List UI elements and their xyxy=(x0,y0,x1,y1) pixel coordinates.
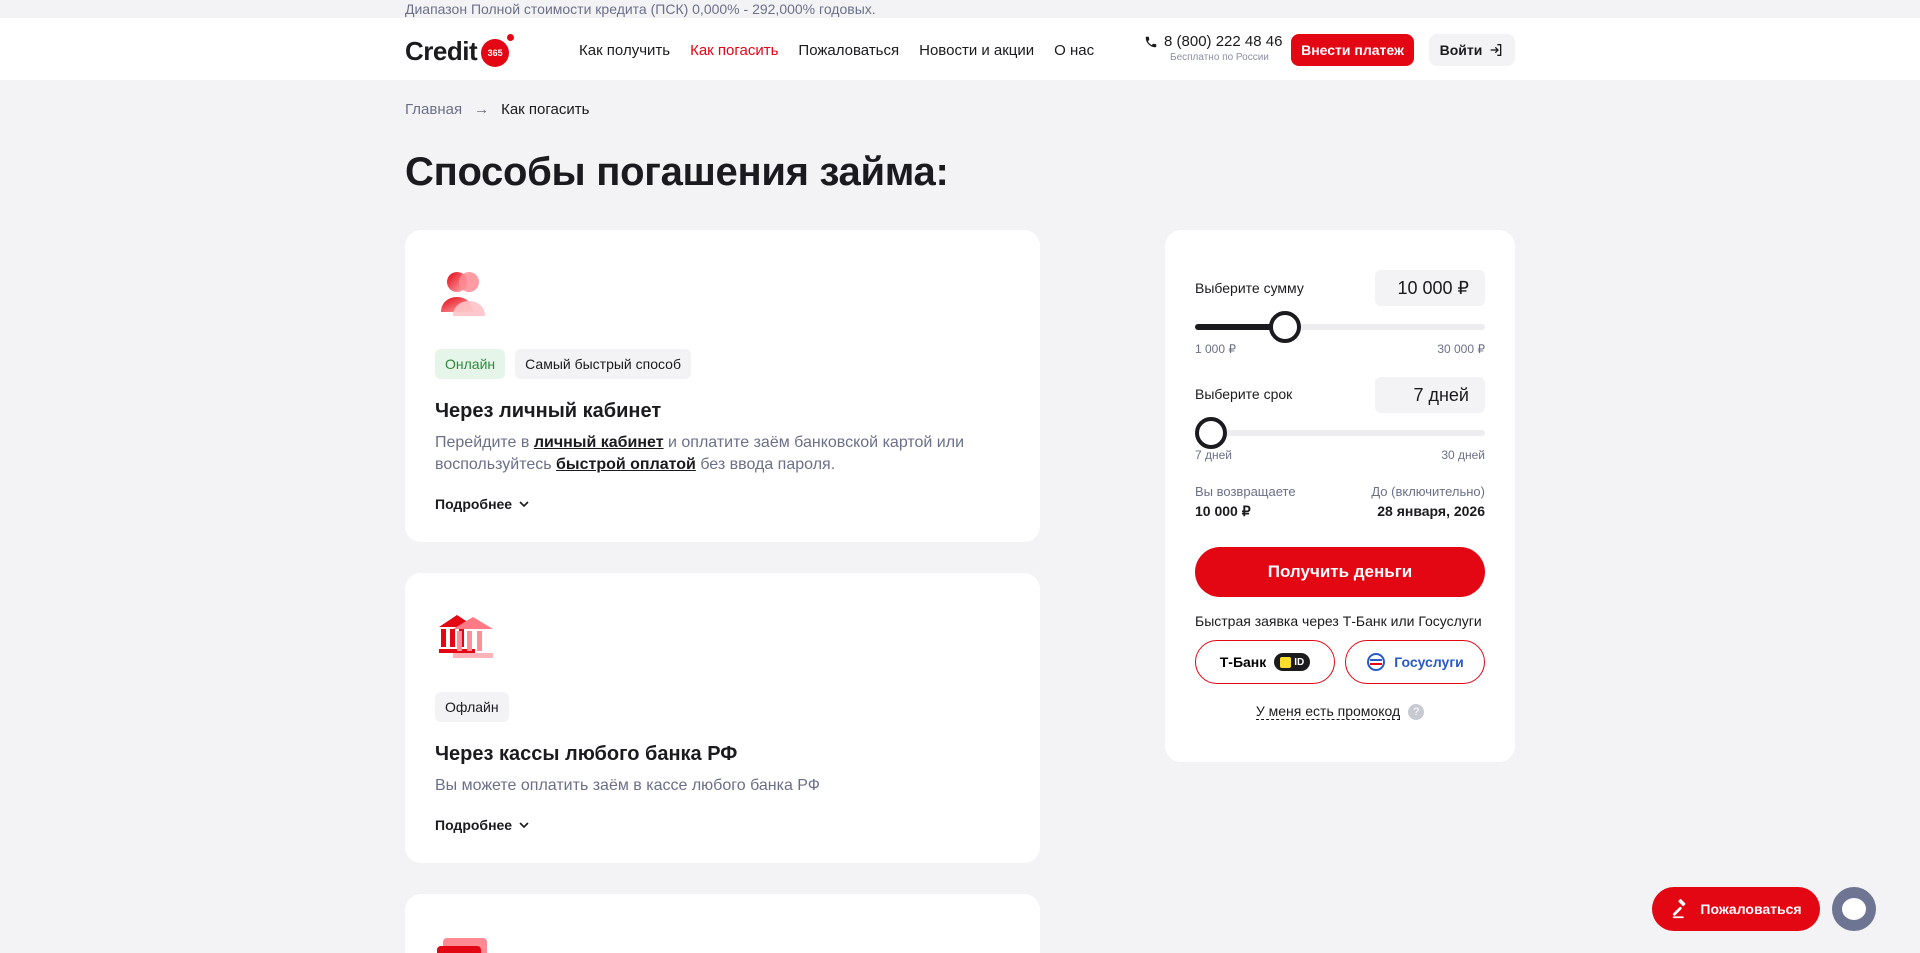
chevron-down-icon xyxy=(519,501,529,508)
sum-input[interactable]: 10 000 ₽ xyxy=(1375,270,1485,306)
term-max: 30 дней xyxy=(1441,448,1485,462)
phone-icon xyxy=(1145,36,1157,47)
cards-icon xyxy=(437,938,487,953)
promo-code-block: У меня есть промокод ? xyxy=(1165,703,1515,720)
chat-bubble-icon xyxy=(1842,898,1866,920)
phone-block[interactable]: 8 (800) 222 48 46 Бесплатно по России xyxy=(1144,33,1282,63)
repay-method-card-cards xyxy=(405,894,1040,953)
chat-button[interactable] xyxy=(1832,887,1876,931)
breadcrumb-current: Как погасить xyxy=(501,101,590,118)
site-header: Credit 365 Как получить Как погасить Пож… xyxy=(0,18,1920,80)
tag-online: Онлайн xyxy=(435,349,506,379)
nav-how-to-get[interactable]: Как получить xyxy=(579,42,670,59)
quick-payment-link[interactable]: быстрой оплатой xyxy=(556,456,696,473)
tbank-id-badge: ID xyxy=(1274,653,1311,671)
page-title: Способы погашения займа: xyxy=(405,150,949,194)
repay-method-card-online: Онлайн Самый быстрый способ Через личный… xyxy=(405,230,1040,542)
term-slider[interactable] xyxy=(1195,417,1485,449)
card-description: Перейдите в личный кабинет и оплатите за… xyxy=(435,434,964,473)
loan-calculator: Выберите сумму 10 000 ₽ 1 000 ₽ 30 000 ₽… xyxy=(1165,230,1515,762)
term-label: Выберите срок xyxy=(1195,386,1293,402)
card-title: Через личный кабинет xyxy=(435,400,662,422)
logo-text: Credit xyxy=(405,35,478,66)
term-slider-handle[interactable] xyxy=(1195,417,1227,449)
chevron-down-icon xyxy=(519,822,529,829)
login-label: Войти xyxy=(1439,42,1483,58)
sum-slider[interactable] xyxy=(1195,311,1485,343)
return-amount: Вы возвращаете 10 000 ₽ xyxy=(1195,484,1296,519)
breadcrumb: Главная → Как погасить xyxy=(405,101,589,118)
breadcrumb-home[interactable]: Главная xyxy=(405,101,462,118)
sum-range: 1 000 ₽ 30 000 ₽ xyxy=(1195,342,1485,356)
complain-floating-button[interactable]: Пожаловаться xyxy=(1652,887,1820,931)
gosuslugi-button[interactable]: Госуслуги xyxy=(1345,640,1485,684)
return-date: До (включительно) 28 января, 2026 xyxy=(1371,484,1485,519)
card-tags: Офлайн xyxy=(435,692,509,722)
tag-fastest: Самый быстрый способ xyxy=(515,349,691,379)
repay-method-card-bank: Офлайн Через кассы любого банка РФ Вы мо… xyxy=(405,573,1040,863)
bank-icon xyxy=(439,615,493,658)
main-nav: Как получить Как погасить Пожаловаться Н… xyxy=(579,42,1094,59)
card-tags: Онлайн Самый быстрый способ xyxy=(435,349,691,379)
tbank-shield-icon xyxy=(1280,656,1292,668)
sum-min: 1 000 ₽ xyxy=(1195,342,1236,356)
nav-news[interactable]: Новости и акции xyxy=(919,42,1034,59)
get-money-button[interactable]: Получить деньги xyxy=(1195,547,1485,597)
gosuslugi-icon xyxy=(1367,653,1386,671)
return-amount-value: 10 000 ₽ xyxy=(1195,503,1251,519)
users-icon xyxy=(441,272,485,316)
breadcrumb-arrow-icon: → xyxy=(474,101,490,118)
sum-slider-handle[interactable] xyxy=(1268,311,1301,343)
tbank-button[interactable]: Т-Банк ID xyxy=(1195,640,1335,684)
nav-about[interactable]: О нас xyxy=(1054,42,1094,59)
nav-complain[interactable]: Пожаловаться xyxy=(798,42,899,59)
promo-code-link[interactable]: У меня есть промокод xyxy=(1255,703,1401,720)
more-toggle[interactable]: Подробнее xyxy=(435,496,530,512)
nav-how-to-repay[interactable]: Как погасить xyxy=(690,42,778,59)
sum-max: 30 000 ₽ xyxy=(1437,342,1485,356)
repayment-summary: Вы возвращаете 10 000 ₽ До (включительно… xyxy=(1195,484,1485,520)
login-icon xyxy=(1491,44,1502,56)
term-min: 7 дней xyxy=(1195,448,1233,462)
tag-offline: Офлайн xyxy=(435,692,509,722)
phone-note: Бесплатно по России xyxy=(1170,52,1269,63)
logo-dot xyxy=(507,34,515,41)
term-input[interactable]: 7 дней xyxy=(1375,377,1485,413)
help-icon[interactable]: ? xyxy=(1408,703,1425,720)
login-button[interactable]: Войти xyxy=(1429,34,1515,66)
make-payment-button[interactable]: Внести платеж xyxy=(1291,34,1414,66)
personal-account-link[interactable]: личный кабинет xyxy=(534,434,664,451)
card-description: Вы можете оплатить заём в кассе любого б… xyxy=(435,777,820,794)
sum-label: Выберите сумму xyxy=(1195,280,1304,296)
gavel-icon xyxy=(1673,899,1686,919)
psk-range-note: Диапазон Полной стоимости кредита (ПСК) … xyxy=(405,1,876,17)
more-toggle[interactable]: Подробнее xyxy=(435,817,530,833)
logo[interactable]: Credit 365 xyxy=(405,34,515,67)
phone-number: 8 (800) 222 48 46 xyxy=(1164,33,1283,50)
card-title: Через кассы любого банка РФ xyxy=(435,743,738,765)
quick-application-note: Быстрая заявка через Т-Банк или Госуслуг… xyxy=(1195,613,1482,629)
return-date-value: 28 января, 2026 xyxy=(1377,503,1485,519)
term-range: 7 дней 30 дней xyxy=(1195,448,1485,462)
logo-badge: 365 xyxy=(481,34,515,67)
